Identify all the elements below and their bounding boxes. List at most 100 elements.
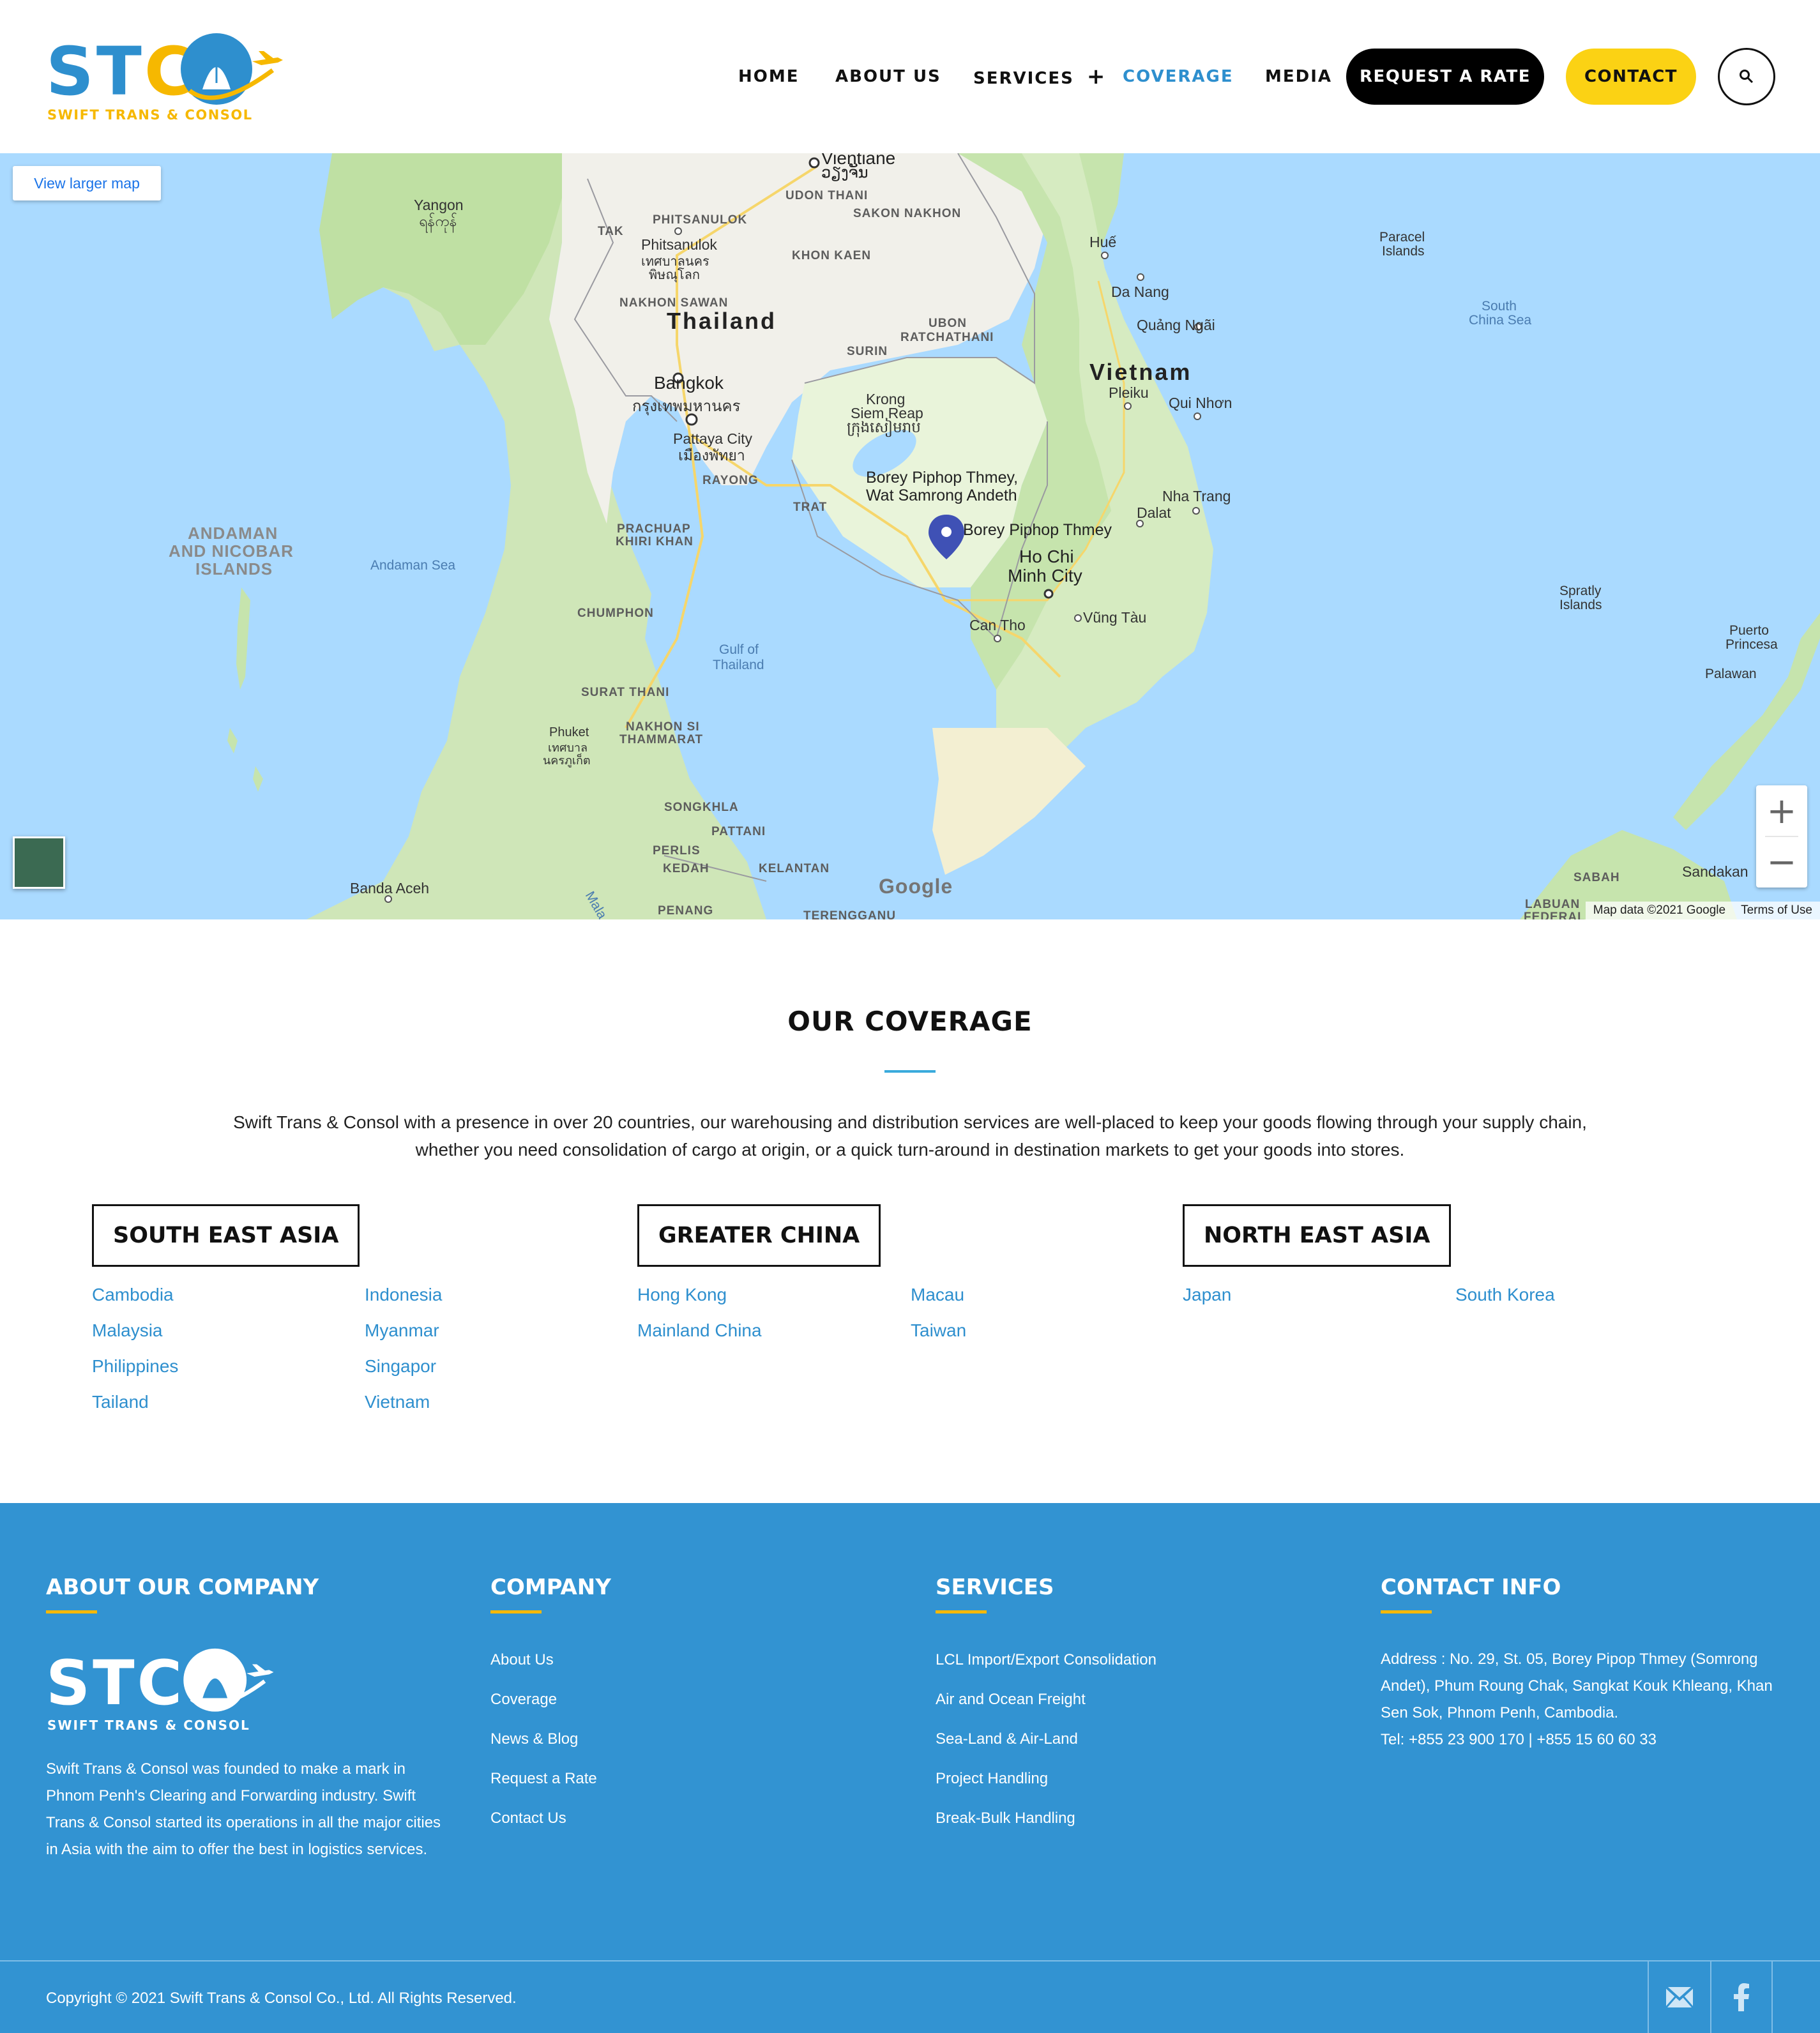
map-label: LABUAN	[1525, 898, 1581, 911]
country-link[interactable]: Philippines	[92, 1356, 178, 1377]
map-label: ရန်ကုန်	[419, 213, 457, 229]
map-label: PRACHUAP	[617, 522, 691, 536]
nav-coverage[interactable]: COVERAGE	[1123, 49, 1234, 105]
coverage-description-line: whether you need consolidation of cargo …	[415, 1140, 1405, 1160]
footer-link[interactable]: News & Blog	[490, 1730, 578, 1748]
zoom-controls: + −	[1756, 785, 1807, 888]
map-label: UDON THANI	[785, 189, 868, 202]
map-label: Borey Piphop Thmey	[963, 521, 1112, 539]
map-label: PERLIS	[653, 844, 701, 858]
footer-divider	[0, 1960, 1820, 1961]
zoom-out-button[interactable]: −	[1756, 836, 1807, 888]
footer-link[interactable]: Sea-Land & Air-Land	[936, 1730, 1078, 1748]
terms-of-use-link[interactable]: Terms of Use	[1741, 903, 1812, 918]
map-label: KELANTAN	[759, 862, 830, 875]
coverage-description: Swift Trans & Consol with a presence in …	[166, 1108, 1654, 1163]
nav-services-label: SERVICES	[973, 69, 1074, 88]
country-link[interactable]: Vietnam	[365, 1392, 430, 1412]
country-link[interactable]: Indonesia	[365, 1285, 442, 1305]
country-link[interactable]: Mainland China	[637, 1320, 762, 1341]
map-label: Da Nang	[1111, 283, 1169, 300]
map-label: เมืองพัทยา	[678, 447, 745, 464]
footer-about-title: ABOUT OUR COMPANY	[46, 1575, 319, 1600]
map-label: SAKON NAKHON	[853, 207, 962, 220]
nav-services[interactable]: SERVICES +	[973, 49, 1106, 105]
country-link[interactable]: South Korea	[1455, 1285, 1555, 1305]
country-link[interactable]: Tailand	[92, 1392, 149, 1412]
map-label: Huế	[1089, 234, 1117, 250]
facebook-button[interactable]	[1710, 1961, 1773, 2033]
map-label: PHITSANULOK	[653, 213, 748, 227]
map-label: FEDERAL	[1524, 911, 1586, 919]
map-label: กรุงเทพมหานคร	[632, 398, 741, 415]
map-label: Wat Samrong Andeth	[866, 487, 1017, 504]
ship-plane-icon	[181, 33, 283, 105]
map-label: Pleiku	[1109, 384, 1149, 401]
country-link[interactable]: Cambodia	[92, 1285, 174, 1305]
country-link[interactable]: Hong Kong	[637, 1285, 727, 1305]
footer-link[interactable]: LCL Import/Export Consolidation	[936, 1651, 1156, 1669]
map-label: ວຽງຈັນ	[821, 164, 868, 181]
country-link[interactable]: Myanmar	[365, 1320, 439, 1341]
country-link[interactable]: Singapor	[365, 1356, 436, 1377]
footer-tel: Tel: +855 23 900 170 | +855 15 60 60 33	[1381, 1731, 1657, 1748]
map-label: Princesa	[1725, 637, 1778, 652]
title-underline	[884, 1070, 936, 1073]
map-label: Borey Piphop Thmey,	[866, 469, 1019, 487]
map-label: Nha Trang	[1162, 488, 1231, 504]
nav-home[interactable]: HOME	[738, 49, 800, 105]
nav-about-us[interactable]: ABOUT US	[835, 49, 941, 105]
map-label: Puerto	[1729, 623, 1769, 638]
map-data-text: Map data ©2021 Google	[1593, 903, 1726, 917]
map-label: Ho Chi	[1019, 547, 1074, 566]
map-label: TAK	[598, 225, 624, 238]
footer-link[interactable]: Coverage	[490, 1691, 557, 1709]
footer-about-text: Swift Trans & Consol was founded to make…	[46, 1760, 441, 1858]
map-label: KHIRI KHAN	[616, 535, 694, 548]
map-label: ISLANDS	[195, 559, 273, 578]
country-link[interactable]: Taiwan	[911, 1320, 966, 1341]
country-link[interactable]: Malaysia	[92, 1320, 162, 1341]
coverage-map[interactable]: Vientiane ວຽງຈັນ UDON THANI SAKON NAKHON…	[0, 153, 1820, 919]
contact-button[interactable]: CONTACT	[1566, 49, 1696, 105]
view-larger-map-link[interactable]: View larger map	[13, 166, 161, 200]
country-link[interactable]: Japan	[1183, 1285, 1231, 1305]
map-label: RAYONG	[702, 474, 759, 487]
zoom-in-button[interactable]: +	[1756, 785, 1807, 836]
coverage-title: OUR COVERAGE	[787, 1006, 1033, 1037]
site-header: STC SWIFT TRANS & CONSOL HOME ABOUT US S…	[0, 0, 1820, 153]
map-label: Thailand	[667, 308, 777, 334]
footer-address: Address : No. 29, St. 05, Borey Pipop Th…	[1381, 1651, 1773, 1721]
footer-link[interactable]: Contact Us	[490, 1810, 566, 1827]
map-label: SURIN	[847, 345, 888, 358]
services-expand-icon[interactable]: +	[1087, 64, 1107, 89]
footer-logo[interactable]: STC SWIFT TRANS & CONSOL	[46, 1646, 282, 1742]
footer-link[interactable]: Air and Ocean Freight	[936, 1691, 1086, 1709]
search-button[interactable]	[1718, 48, 1775, 105]
map-label: Banda Aceh	[350, 880, 430, 896]
stc-logo[interactable]: STC SWIFT TRANS & CONSOL	[46, 32, 283, 128]
satellite-toggle[interactable]	[13, 836, 65, 889]
map-label: SURAT THANI	[581, 686, 670, 699]
footer-link[interactable]: About Us	[490, 1651, 554, 1669]
country-link[interactable]: Macau	[911, 1285, 964, 1305]
footer-underline	[490, 1610, 542, 1614]
footer-underline	[46, 1610, 97, 1614]
map-label: Islands	[1559, 598, 1602, 612]
map-label: TRAT	[793, 501, 828, 514]
request-rate-button[interactable]: REQUEST A RATE	[1346, 49, 1544, 105]
email-button[interactable]	[1648, 1961, 1710, 2033]
nav-media[interactable]: MEDIA	[1265, 49, 1332, 105]
map-label: Gulf of	[719, 642, 759, 657]
footer-link[interactable]: Break-Bulk Handling	[936, 1810, 1075, 1827]
map-label: China Sea	[1469, 313, 1532, 328]
footer-link[interactable]: Project Handling	[936, 1770, 1048, 1788]
footer-link[interactable]: Request a Rate	[490, 1770, 597, 1788]
site-footer: ABOUT OUR COMPANY STC SWIFT TRANS & CONS…	[0, 1503, 1820, 2033]
region-north-east-asia: NORTH EAST ASIA	[1183, 1204, 1452, 1267]
search-icon	[1740, 70, 1754, 84]
footer-services-title: SERVICES	[936, 1575, 1054, 1600]
map-label: Islands	[1382, 244, 1425, 259]
map-label: NAKHON SI	[626, 720, 700, 734]
map-label: SONGKHLA	[664, 801, 739, 814]
